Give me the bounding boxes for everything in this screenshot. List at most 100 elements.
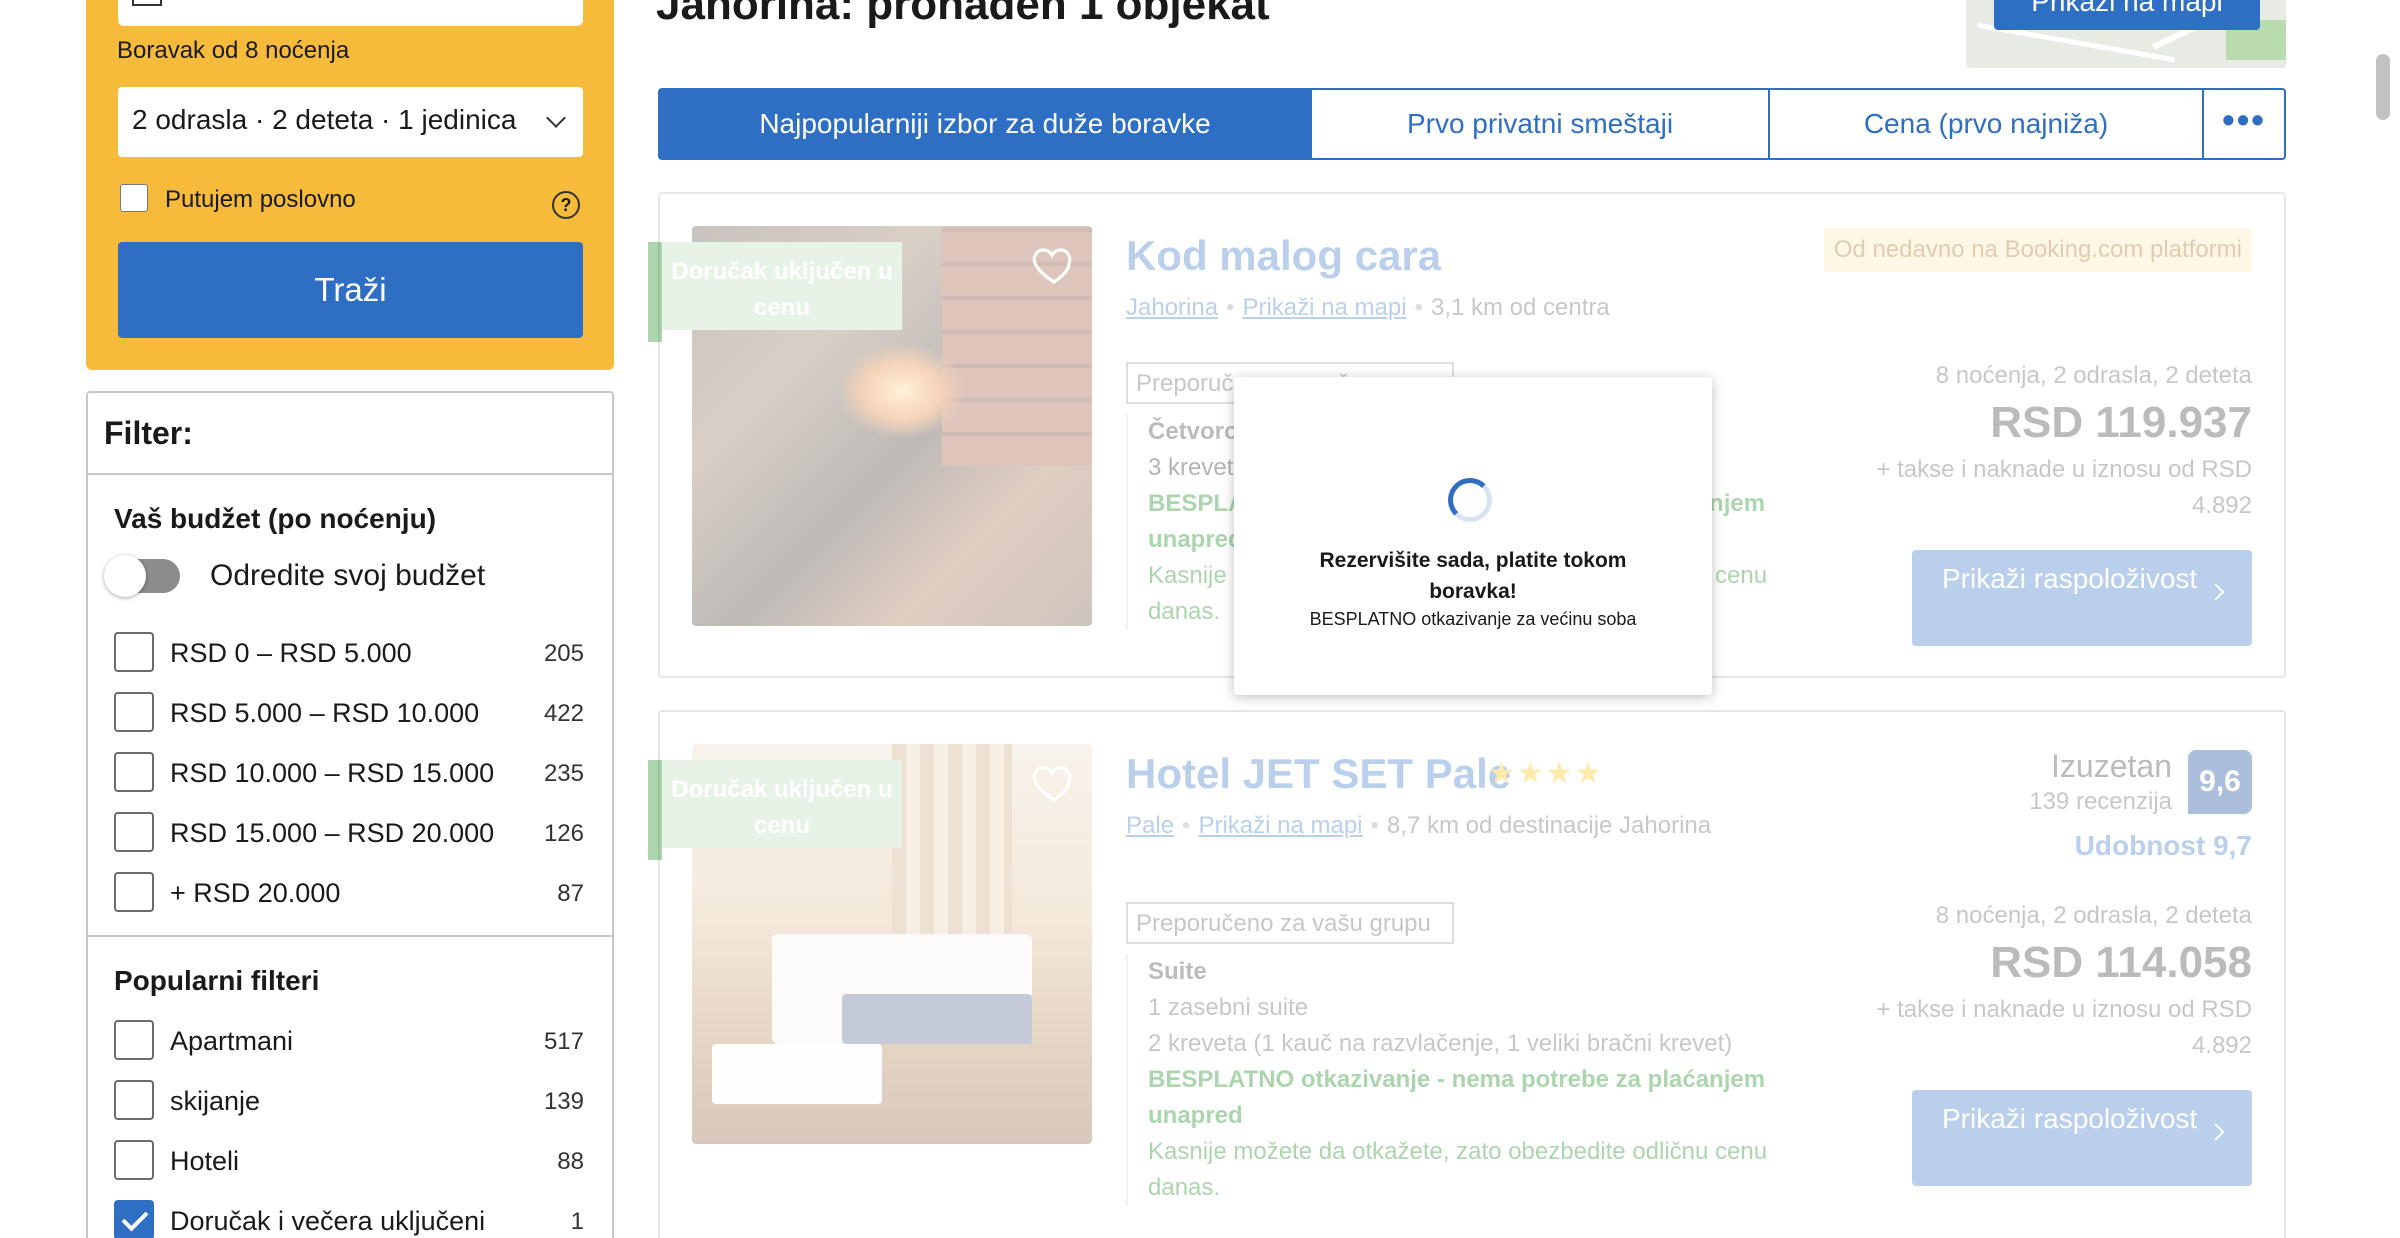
tab-most-popular[interactable]: Najpopularniji izbor za duže boravke	[660, 90, 1312, 158]
price-block: 8 noćenja, 2 odrasla, 2 deteta RSD 119.9…	[1832, 362, 2252, 524]
budget-filter-row[interactable]: RSD 5.000 – RSD 10.000 422	[114, 690, 584, 732]
room-units: 1 zasebni suite	[1148, 994, 1309, 1021]
search-button[interactable]: Traži	[118, 242, 583, 338]
property-name[interactable]: Kod malog cara	[1126, 232, 1441, 280]
filter-checkbox[interactable]	[114, 1080, 154, 1120]
filter-count: 139	[543, 1088, 584, 1115]
room-name: Suite	[1148, 958, 1207, 985]
price: RSD 119.937	[1990, 398, 2252, 447]
chevron-right-icon	[2207, 583, 2225, 601]
budget-filter-row[interactable]: RSD 10.000 – RSD 15.000 235	[114, 750, 584, 792]
budget-filter-row[interactable]: + RSD 20.000 87	[114, 870, 584, 912]
popular-filter-row[interactable]: Hoteli 88	[114, 1138, 584, 1180]
comfort-score: Udobnost 9,7	[2074, 830, 2252, 861]
filter-count: 88	[557, 1148, 584, 1175]
divider	[88, 473, 612, 475]
page-title: Jahorina: pronađen 1 objekat	[656, 0, 1270, 29]
filter-count: 422	[543, 700, 584, 727]
filter-checkbox[interactable]	[114, 1140, 154, 1180]
budget-checkbox[interactable]	[114, 692, 154, 732]
loading-popup: Rezervišite sada, platite tokom boravka!…	[1234, 377, 1712, 695]
price: RSD 114.058	[1990, 938, 2252, 987]
calendar-icon	[132, 0, 162, 6]
review-count: 139 recenzija	[2029, 788, 2172, 815]
show-on-map-link[interactable]: Prikaži na mapi	[1242, 294, 1406, 321]
heart-icon[interactable]	[1030, 240, 1078, 288]
filter-count: 126	[543, 820, 584, 847]
filter-label: Hoteli	[170, 1146, 240, 1176]
free-cancellation-text: BESPLATNO otkazivanje - nema potrebe za …	[1148, 1066, 1766, 1129]
more-sort-options-button[interactable]: •••	[2204, 90, 2284, 158]
new-on-booking-badge: Od nedavno na Booking.com platformi	[1823, 228, 2252, 272]
divider	[88, 935, 612, 937]
chevron-right-icon	[2207, 1123, 2225, 1141]
show-on-map-button[interactable]: Prikaži na mapi	[1994, 0, 2260, 30]
show-on-map-link[interactable]: Prikaži na mapi	[1198, 812, 1362, 839]
taxes-info: + takse i naknade u iznosu od RSD 4.892	[1876, 996, 2252, 1059]
budget-checkbox[interactable]	[114, 812, 154, 852]
help-icon[interactable]: ?	[552, 191, 580, 219]
location-link[interactable]: Pale	[1126, 812, 1174, 839]
filter-label: Apartmani	[170, 1026, 294, 1056]
scrollbar-thumb[interactable]	[2376, 54, 2390, 120]
filter-label: RSD 10.000 – RSD 15.000	[170, 758, 495, 788]
tab-lowest-price[interactable]: Cena (prvo najniža)	[1770, 90, 2204, 158]
cancellation-note: Kasnije možete da otkažete, zato obezbed…	[1148, 1138, 1768, 1201]
budget-toggle-label: Odredite svoj budžet	[210, 559, 486, 592]
filter-count: 87	[557, 880, 584, 907]
stay-info: 8 noćenja, 2 odrasla, 2 deteta	[1935, 902, 2252, 929]
loading-spinner-icon	[1448, 478, 1492, 522]
budget-checkbox[interactable]	[114, 632, 154, 672]
sort-tabs: Najpopularniji izbor za duže boravke Prv…	[658, 88, 2286, 160]
stay-info: 8 noćenja, 2 odrasla, 2 deteta	[1935, 362, 2252, 389]
filter-label: RSD 5.000 – RSD 10.000	[170, 698, 480, 728]
filter-label: Doručak i večera uključeni	[170, 1206, 486, 1236]
distance-text: 8,7 km od destinacije Jahorina	[1386, 812, 1712, 839]
popular-filter-row[interactable]: Apartmani 517	[114, 1018, 584, 1060]
business-travel-label: Putujem poslovno	[165, 186, 356, 213]
budget-filter-row[interactable]: RSD 0 – RSD 5.000 205	[114, 630, 584, 672]
popup-title: Rezervišite sada, platite tokom boravka!	[1319, 549, 1627, 603]
budget-section-title: Vaš budžet (po noćenju)	[114, 503, 437, 534]
filter-title: Filter:	[104, 415, 193, 451]
budget-toggle[interactable]	[104, 555, 180, 597]
location-line: Pale • Prikaži na mapi • 8,7 km od destinaci…	[1126, 812, 1712, 839]
guests-select[interactable]: 2 odrasla · 2 deteta · 1 jedinica	[118, 87, 583, 157]
filter-checkbox-checked[interactable]	[114, 1200, 154, 1238]
budget-checkbox[interactable]	[114, 872, 154, 912]
filter-label: RSD 15.000 – RSD 20.000	[170, 818, 495, 848]
toggle-knob	[104, 555, 146, 597]
chevron-down-icon	[546, 108, 566, 128]
breakfast-included-badge: Doručak uključen u cenu	[662, 242, 902, 330]
stay-length-label: Boravak od 8 noćenja	[117, 37, 350, 64]
filter-label: RSD 0 – RSD 5.000	[170, 638, 412, 668]
budget-filter-row[interactable]: RSD 15.000 – RSD 20.000 126	[114, 810, 584, 852]
popular-filter-row[interactable]: Doručak i večera uključeni 1	[114, 1198, 584, 1238]
price-block: 8 noćenja, 2 odrasla, 2 deteta RSD 114.0…	[1832, 902, 2252, 1064]
popular-filter-row[interactable]: skijanje 139	[114, 1078, 584, 1120]
bed-info: 2 kreveta (1 kauč na razvlačenje, 1 veli…	[1148, 1030, 1733, 1057]
breakfast-included-badge: Doručak uključen u cenu	[662, 760, 902, 848]
room-details: Suite 1 zasebni suite 2 kreveta (1 kauč …	[1126, 954, 1826, 1206]
filter-panel: Filter: Vaš budžet (po noćenju) Odredite…	[86, 391, 614, 1238]
business-travel-checkbox[interactable]	[120, 184, 148, 212]
filter-label: + RSD 20.000	[170, 878, 341, 908]
review-score-word: Izuzetan	[2051, 748, 2172, 784]
recommended-tag: Preporučeno za vašu grupu	[1126, 902, 1454, 944]
filter-count: 205	[543, 640, 584, 667]
property-card: Doručak uključen u cenu Hotel JET SET Pa…	[648, 710, 2286, 1238]
show-availability-button[interactable]: Prikaži raspoloživost	[1912, 1090, 2252, 1186]
taxes-info: + takse i naknade u iznosu od RSD 4.892	[1876, 456, 2252, 519]
location-link[interactable]: Jahorina	[1126, 294, 1218, 321]
heart-icon[interactable]	[1030, 758, 1078, 806]
budget-checkbox[interactable]	[114, 752, 154, 792]
guests-value: 2 odrasla · 2 deteta · 1 jedinica	[132, 104, 517, 135]
show-availability-button[interactable]: Prikaži raspoloživost	[1912, 550, 2252, 646]
review-score-badge[interactable]: 9,6	[2188, 750, 2252, 814]
property-name[interactable]: Hotel JET SET Pale	[1126, 750, 1511, 798]
date-input[interactable]	[118, 0, 583, 26]
tab-private-first[interactable]: Prvo privatni smeštaji	[1312, 90, 1770, 158]
filter-label: skijanje	[170, 1086, 261, 1116]
filter-checkbox[interactable]	[114, 1020, 154, 1060]
filter-count: 235	[543, 760, 584, 787]
